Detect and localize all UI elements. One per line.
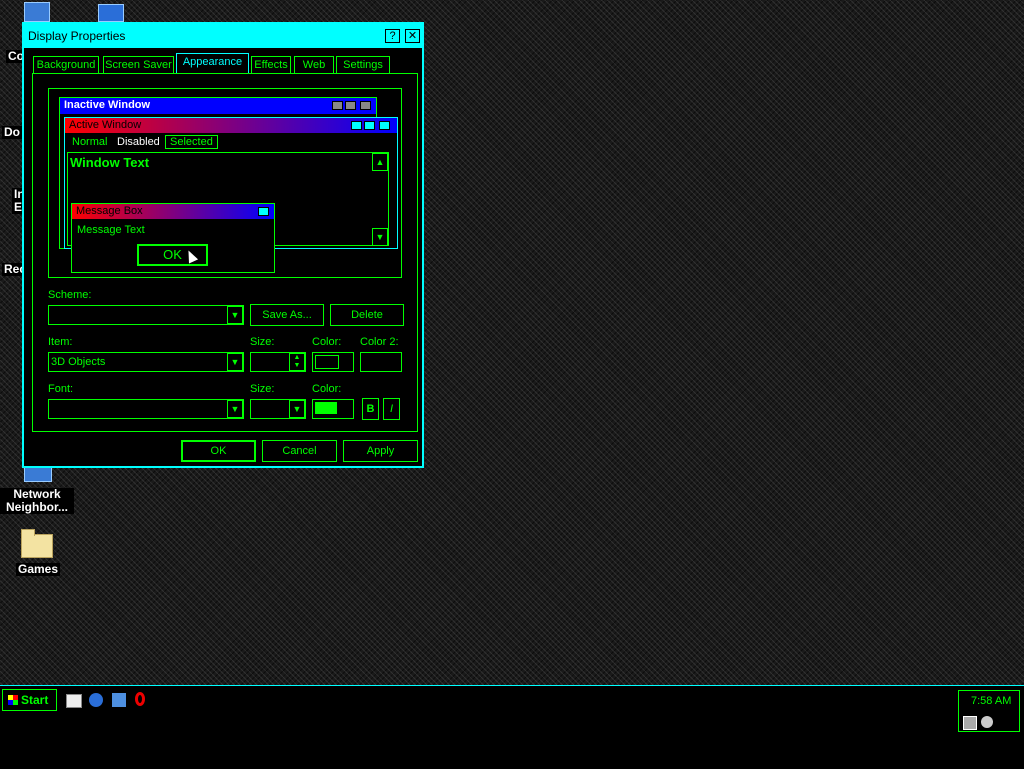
my-computer-icon[interactable] bbox=[24, 2, 50, 22]
display-properties-dialog: Display Properties ? ✕ Background Screen… bbox=[22, 22, 424, 468]
scheme-label: Scheme: bbox=[48, 289, 92, 301]
active-minimize-icon bbox=[351, 121, 362, 130]
tab-settings[interactable]: Settings bbox=[336, 56, 390, 73]
font-color-picker[interactable] bbox=[312, 399, 354, 419]
tab-background[interactable]: Background bbox=[33, 56, 99, 73]
delete-button[interactable]: Delete bbox=[330, 304, 404, 326]
active-close-icon bbox=[379, 121, 390, 130]
save-as-button[interactable]: Save As... bbox=[250, 304, 324, 326]
msgbox-close-icon bbox=[258, 207, 269, 216]
tab-effects[interactable]: Effects bbox=[251, 56, 291, 73]
scheme-dropdown-icon[interactable]: ▼ bbox=[227, 306, 243, 324]
outlook-icon[interactable] bbox=[98, 4, 124, 22]
window-text: Window Text bbox=[70, 155, 150, 170]
scroll-down-icon: ▼ bbox=[372, 228, 388, 246]
network-neighborhood-label[interactable]: Network Neighbor... bbox=[0, 488, 74, 514]
help-button[interactable]: ? bbox=[385, 29, 400, 43]
msgbox-ok-button[interactable]: OK bbox=[137, 244, 208, 266]
active-titlebar: Active Window bbox=[65, 118, 397, 133]
tray-volume-icon[interactable] bbox=[981, 716, 993, 728]
item-size-spin-icon[interactable]: ▲ ▼ bbox=[289, 353, 305, 371]
tray-network-icon[interactable] bbox=[963, 716, 977, 730]
scheme-preview[interactable]: Inactive Window Active Window Normal Dis… bbox=[48, 88, 402, 278]
active-title: Active Window bbox=[69, 119, 142, 131]
network-neighborhood-icon[interactable] bbox=[24, 466, 52, 482]
dialog-title: Display Properties bbox=[28, 29, 126, 43]
inactive-title: Inactive Window bbox=[64, 99, 151, 111]
inactive-titlebar: Inactive Window bbox=[60, 98, 376, 114]
font-color-swatch bbox=[315, 402, 337, 414]
games-folder-icon[interactable] bbox=[21, 529, 53, 558]
font-size-dropdown-icon[interactable]: ▼ bbox=[289, 400, 305, 418]
font-label: Font: bbox=[48, 383, 74, 395]
inactive-minimize-icon bbox=[332, 101, 343, 110]
msgbox-text: Message Text bbox=[77, 224, 145, 236]
clock[interactable]: 7:58 AM bbox=[971, 695, 1011, 707]
item-dropdown-icon[interactable]: ▼ bbox=[227, 353, 243, 371]
close-button[interactable]: ✕ bbox=[405, 29, 420, 43]
italic-button[interactable]: I bbox=[383, 398, 400, 420]
appearance-panel: Inactive Window Active Window Normal Dis… bbox=[32, 73, 418, 432]
msgbox-title: Message Box bbox=[76, 205, 143, 217]
quicklaunch-outlook-icon[interactable] bbox=[112, 693, 126, 707]
inactive-close-icon bbox=[360, 101, 371, 110]
item-color2-label: Color 2: bbox=[360, 336, 399, 348]
item-color-swatch bbox=[315, 355, 339, 369]
item-size-label: Size: bbox=[250, 336, 275, 348]
active-maximize-icon bbox=[364, 121, 375, 130]
preview-message-box: Message Box Message Text OK bbox=[71, 203, 275, 273]
menu-disabled: Disabled bbox=[117, 136, 160, 148]
start-button[interactable]: Start bbox=[2, 689, 57, 711]
item-color-label: Color: bbox=[312, 336, 342, 348]
apply-button[interactable]: Apply bbox=[343, 440, 418, 462]
msgbox-titlebar: Message Box bbox=[72, 204, 274, 219]
quicklaunch-ie-icon[interactable] bbox=[89, 693, 103, 707]
item-label: Item: bbox=[48, 336, 73, 348]
system-tray: 7:58 AM bbox=[958, 690, 1020, 732]
font-color-label: Color: bbox=[312, 383, 342, 395]
games-label[interactable]: Games bbox=[16, 563, 61, 576]
dialog-titlebar[interactable]: Display Properties ? ✕ bbox=[24, 24, 422, 48]
item-color-picker[interactable] bbox=[312, 352, 354, 372]
tab-appearance[interactable]: Appearance bbox=[176, 53, 249, 74]
scheme-select[interactable] bbox=[48, 305, 244, 325]
quicklaunch-show-desktop-icon[interactable] bbox=[66, 694, 82, 708]
font-dropdown-icon[interactable]: ▼ bbox=[227, 400, 243, 418]
menu-selected: Selected bbox=[165, 135, 218, 149]
start-label: Start bbox=[21, 693, 49, 707]
bold-button[interactable]: B bbox=[362, 398, 379, 420]
ok-button[interactable]: OK bbox=[181, 440, 256, 462]
font-select[interactable] bbox=[48, 399, 244, 419]
tab-web[interactable]: Web bbox=[294, 56, 334, 73]
font-size-label: Size: bbox=[250, 383, 275, 395]
taskbar: Start 7:58 AM bbox=[0, 685, 1024, 769]
inactive-maximize-icon bbox=[345, 101, 356, 110]
item-select[interactable]: 3D Objects bbox=[48, 352, 244, 372]
item-color2-picker[interactable] bbox=[360, 352, 402, 372]
menu-normal: Normal bbox=[72, 136, 108, 148]
quicklaunch-opera-icon[interactable] bbox=[135, 692, 145, 706]
scroll-up-icon: ▲ bbox=[372, 153, 388, 171]
windows-logo-icon bbox=[8, 695, 18, 705]
desktop-label-documents[interactable]: Do bbox=[2, 126, 22, 139]
cancel-button[interactable]: Cancel bbox=[262, 440, 337, 462]
tab-screen-saver[interactable]: Screen Saver bbox=[103, 56, 174, 73]
